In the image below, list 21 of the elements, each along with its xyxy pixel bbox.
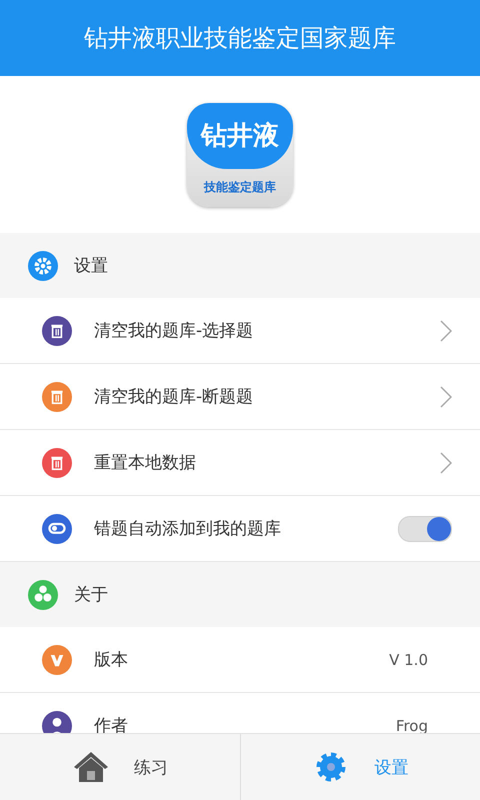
row-label: 重置本地数据 <box>94 452 197 474</box>
tab[interactable]: 练习 <box>0 734 240 800</box>
settings-row[interactable]: 版本 V 1.0 <box>0 627 480 693</box>
settings-row[interactable]: 清空我的题库-断题题 <box>0 364 480 430</box>
row-label: 清空我的题库-选择题 <box>94 320 254 342</box>
chevron-icon <box>440 320 452 342</box>
settings-row[interactable]: 重置本地数据 <box>0 430 480 496</box>
app-logo: 钻井液 技能鉴定题库 <box>187 102 293 206</box>
section-title: 关于 <box>74 584 108 606</box>
home-icon <box>72 750 110 784</box>
toggle-switch[interactable] <box>398 516 452 542</box>
settings-row[interactable]: 清空我的题库-选择题 <box>0 298 480 364</box>
row-label: 清空我的题库-断题题 <box>94 386 254 408</box>
row-label: 作者 <box>94 715 129 733</box>
app-title: 钻井液职业技能鉴定国家题库 <box>0 0 480 76</box>
row-value: V 1.0 <box>389 650 428 668</box>
section-title: 设置 <box>74 255 108 277</box>
chevron-icon <box>440 386 452 408</box>
chevron-icon <box>440 452 452 474</box>
row-label: 错题自动添加到我的题库 <box>94 518 282 540</box>
row-label: 版本 <box>94 649 129 671</box>
